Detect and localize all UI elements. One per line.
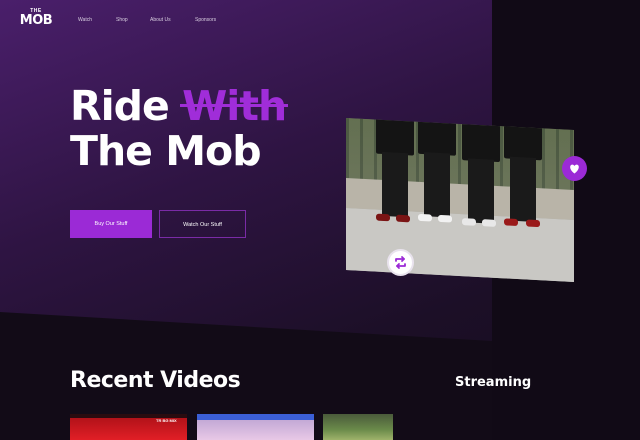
hero-headline: Ride With The Mob — [70, 82, 287, 175]
watch-our-stuff-button[interactable]: Watch Our Stuff — [159, 210, 246, 238]
group-photo — [346, 118, 574, 282]
video-thumbnail-1[interactable]: TR BG MIX — [70, 414, 187, 440]
logo[interactable]: THE MOB — [18, 9, 54, 31]
headline-line-the-mob: The Mob — [70, 127, 262, 175]
recent-videos-heading: Recent Videos — [70, 368, 241, 393]
nav-item-shop[interactable]: Shop — [116, 17, 128, 23]
streaming-heading: Streaming — [455, 375, 532, 390]
headline-word-ride: Ride — [70, 82, 170, 130]
buy-our-stuff-button[interactable]: Buy Our Stuff — [70, 210, 152, 238]
heart-icon — [570, 164, 579, 174]
video-thumbnail-1-badge: TR BG MIX — [156, 418, 177, 423]
like-button[interactable] — [562, 156, 587, 181]
nav-item-sponsors[interactable]: Sponsors — [195, 17, 216, 23]
nav-item-watch[interactable]: Watch — [78, 17, 92, 23]
logo-main-text: MOB — [19, 13, 53, 28]
repost-icon — [395, 256, 406, 269]
headline-word-with-strikethrough: With — [182, 82, 287, 130]
nav-item-about-us[interactable]: About Us — [150, 17, 171, 23]
video-thumbnail-3[interactable] — [323, 414, 393, 440]
video-thumbnail-2[interactable] — [197, 414, 314, 440]
repost-button[interactable] — [387, 249, 414, 276]
